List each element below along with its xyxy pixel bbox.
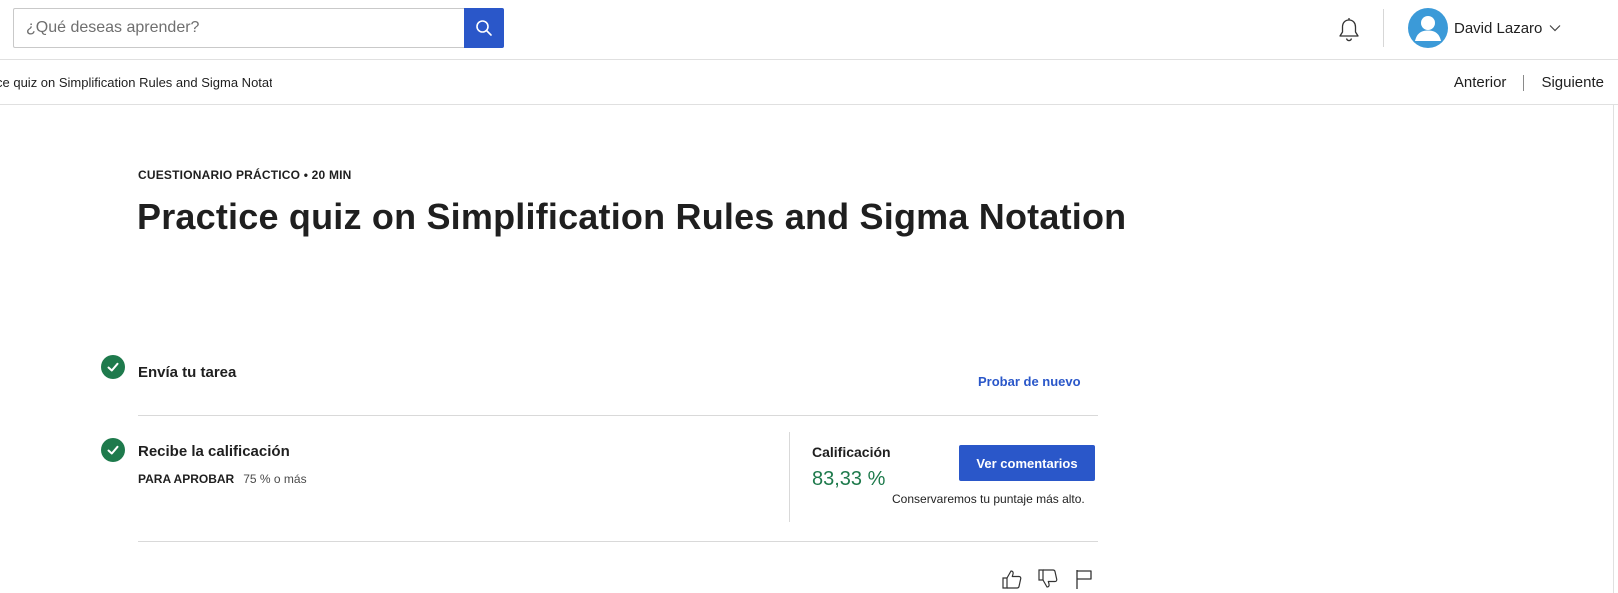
grade-label: Calificación xyxy=(812,444,891,460)
flag-icon xyxy=(1073,568,1095,590)
highest-score-note: Conservaremos tu puntaje más alto. xyxy=(892,492,1085,506)
view-feedback-button[interactable]: Ver comentarios xyxy=(959,445,1095,481)
next-link[interactable]: Siguiente xyxy=(1541,74,1604,91)
nav-separator xyxy=(1523,74,1525,91)
previous-link[interactable]: Anterior xyxy=(1454,74,1507,91)
grade-divider xyxy=(789,432,790,522)
chevron-down-icon xyxy=(1549,24,1561,32)
thumbs-down-icon xyxy=(1037,568,1059,590)
header-divider xyxy=(1383,9,1384,47)
retry-button[interactable]: Probar de nuevo xyxy=(978,374,1081,389)
passing-requirement: PARA APROBAR 75 % o más xyxy=(138,472,307,486)
bell-icon xyxy=(1337,17,1361,43)
passing-key: PARA APROBAR xyxy=(138,472,235,486)
step-grade-label: Recibe la calificación xyxy=(138,443,290,460)
user-name: David Lazaro xyxy=(1454,19,1543,37)
report-button[interactable] xyxy=(1073,568,1095,590)
divider xyxy=(138,415,1098,416)
top-header: David Lazaro xyxy=(0,0,1618,60)
user-menu[interactable]: David Lazaro xyxy=(1408,8,1561,48)
item-navigation-bar: ce quiz on Simplification Rules and Sigm… xyxy=(0,60,1618,105)
grade-value: 83,33 % xyxy=(812,468,886,490)
step-submit-label: Envía tu tarea xyxy=(138,364,237,381)
dislike-button[interactable] xyxy=(1037,568,1059,590)
breadcrumb: ce quiz on Simplification Rules and Sigm… xyxy=(0,75,272,90)
like-button[interactable] xyxy=(1001,568,1023,590)
feedback-actions xyxy=(1001,568,1095,590)
prev-next-nav: Anterior Siguiente xyxy=(1454,60,1604,105)
thumbs-up-icon xyxy=(1001,568,1023,590)
search-button[interactable] xyxy=(464,8,504,48)
user-avatar-icon xyxy=(1408,8,1448,48)
search-input[interactable] xyxy=(13,8,464,48)
search-bar xyxy=(13,8,504,48)
notifications-button[interactable] xyxy=(1336,16,1362,44)
check-circle-icon xyxy=(101,355,125,379)
content-right-border xyxy=(1613,105,1614,593)
search-icon xyxy=(475,19,493,37)
page-title: Practice quiz on Simplification Rules an… xyxy=(137,196,1127,237)
passing-value: 75 % o más xyxy=(243,472,307,486)
check-circle-icon xyxy=(101,438,125,462)
divider xyxy=(138,541,1098,542)
item-type-label: CUESTIONARIO PRÁCTICO • 20 MIN xyxy=(138,168,352,182)
